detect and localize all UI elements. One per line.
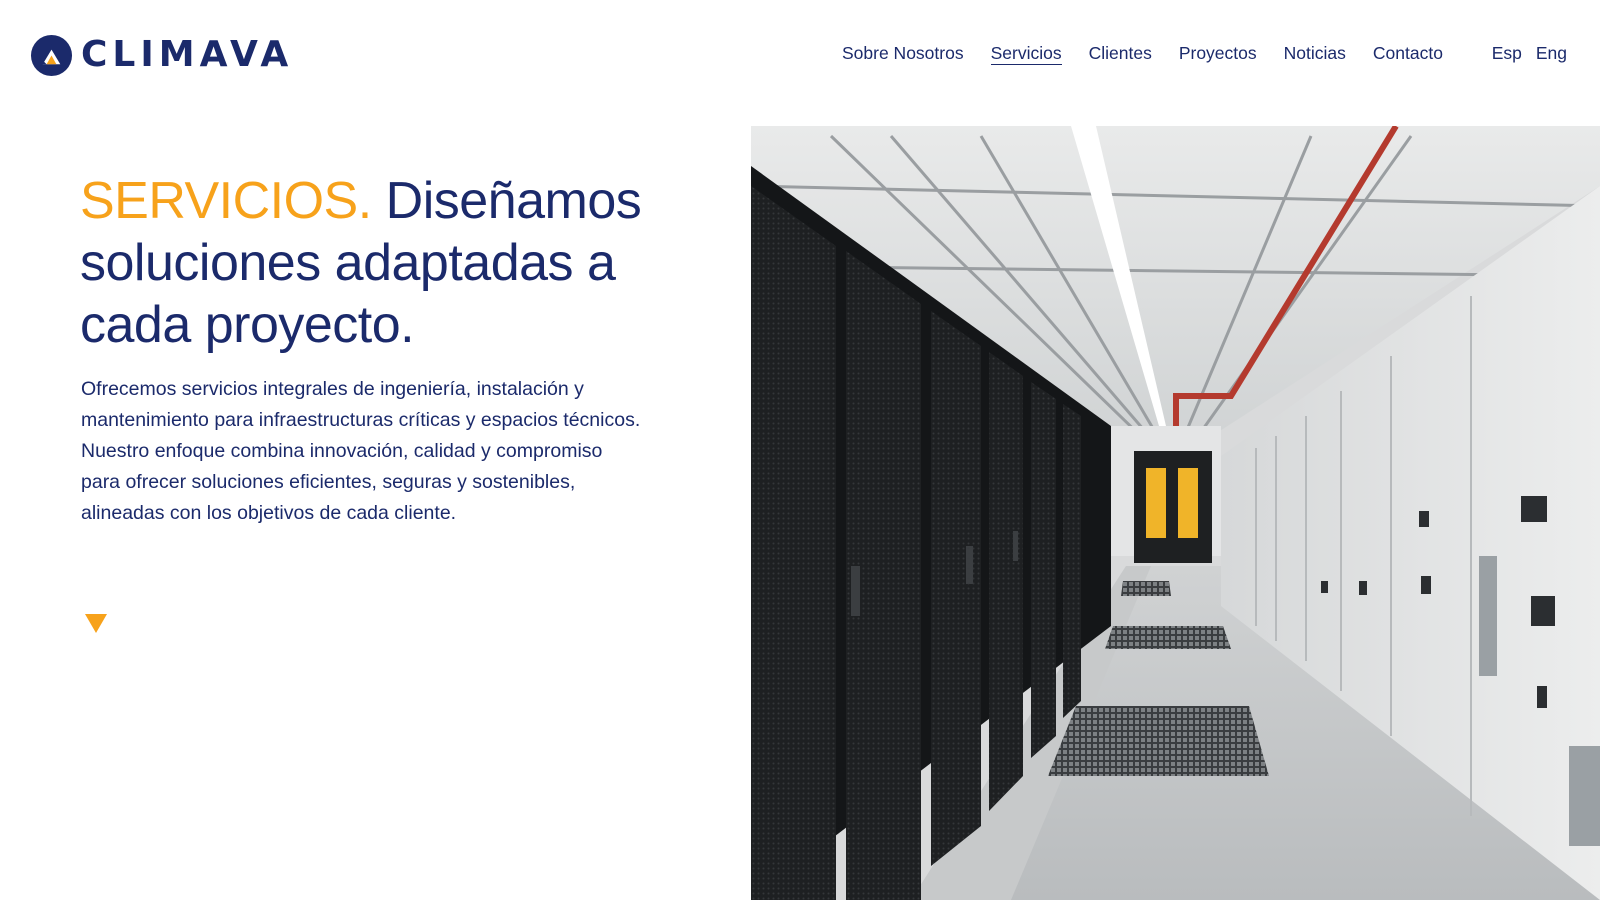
lang-eng-link[interactable]: Eng (1536, 42, 1567, 64)
main-nav: Sobre Nosotros Servicios Clientes Proyec… (842, 42, 1470, 65)
data-center-illustration (751, 126, 1600, 900)
triangle-down-icon[interactable] (85, 614, 107, 633)
nav-item-proyectos[interactable]: Proyectos (1179, 42, 1257, 65)
hero-title-accent: SERVICIOS. (80, 172, 372, 230)
climava-logo-icon (30, 34, 73, 76)
hero-description: Ofrecemos servicios integrales de ingeni… (81, 378, 641, 524)
language-switcher: Esp Eng (1492, 42, 1567, 64)
data-center-photo (751, 126, 1600, 900)
nav-item-servicios[interactable]: Servicios (990, 42, 1062, 65)
lang-esp-link[interactable]: Esp (1492, 42, 1522, 64)
nav-item-noticias[interactable]: Noticias (1284, 42, 1346, 65)
brand-name: CLIMAVA (81, 34, 294, 75)
logo[interactable]: CLIMAVA (30, 33, 293, 77)
nav-item-sobre-nosotros[interactable]: Sobre Nosotros (842, 42, 964, 65)
hero-title: SERVICIOS. Diseñamos soluciones adaptada… (80, 170, 700, 356)
nav-item-clientes[interactable]: Clientes (1089, 42, 1152, 65)
nav-item-contacto[interactable]: Contacto (1373, 42, 1443, 65)
